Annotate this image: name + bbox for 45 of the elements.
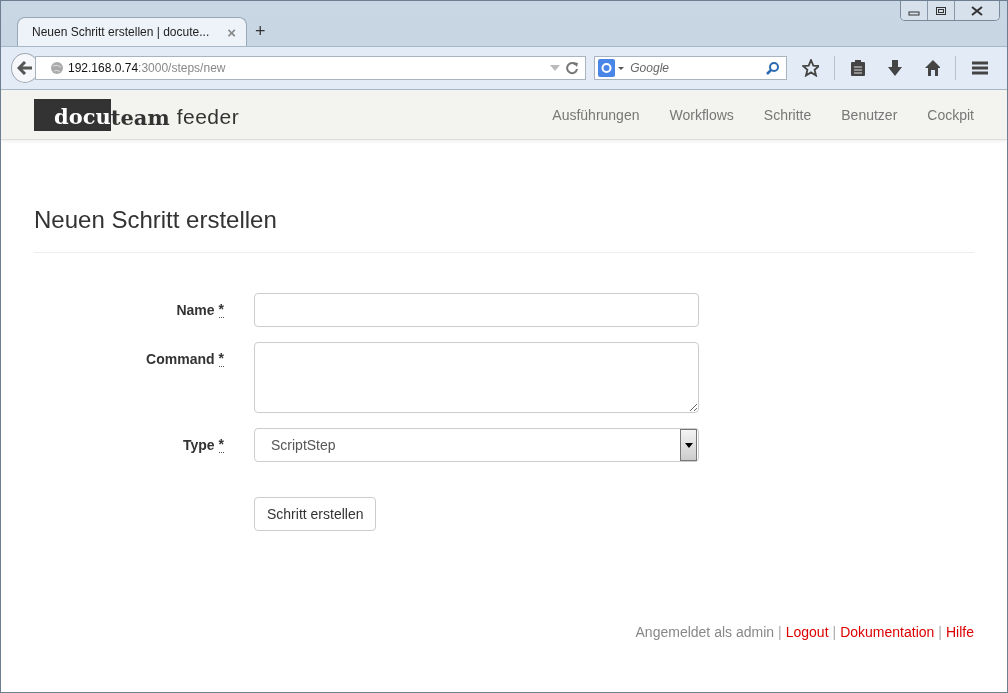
nav-link[interactable]: Benutzer [841, 106, 898, 123]
search-engine-icon[interactable] [598, 59, 625, 77]
reading-list-icon[interactable] [849, 59, 865, 77]
nav-link[interactable]: Schritte [763, 106, 812, 123]
url-path: :3000/steps/new [138, 61, 226, 75]
login-status: Angemeldet als admin [635, 624, 775, 640]
search-icon[interactable] [766, 61, 781, 75]
nav-link[interactable]: Ausführungen [552, 106, 640, 123]
required-mark: * [218, 437, 224, 454]
footer-link[interactable]: Dokumentation [840, 624, 935, 640]
new-tab-button[interactable]: + [255, 21, 266, 42]
download-icon[interactable] [886, 59, 902, 77]
nav-link[interactable]: Cockpit [927, 106, 974, 123]
close-tab-icon[interactable]: × [227, 23, 236, 41]
search-field[interactable]: Google [628, 60, 763, 76]
required-mark: * [218, 302, 224, 319]
footer-link[interactable]: Logout [785, 624, 829, 640]
required-mark: * [218, 351, 224, 368]
submit-button[interactable]: Schritt erstellen [254, 497, 377, 531]
bookmark-star-icon[interactable] [802, 59, 819, 77]
menu-icon[interactable] [971, 60, 988, 76]
tab-title: Neuen Schritt erstellen | docute... [32, 25, 210, 39]
browser-tab[interactable]: Neuen Schritt erstellen | docute... × [17, 17, 247, 46]
command-field[interactable] [254, 342, 699, 413]
type-select[interactable]: ScriptStep [254, 428, 699, 462]
field-label: Name [176, 302, 215, 319]
search-bar[interactable]: Google [594, 56, 788, 80]
nav-link[interactable]: Workflows [669, 106, 734, 123]
globe-icon [50, 61, 64, 75]
url-host: 192.168.0.74 [68, 61, 139, 75]
home-icon[interactable] [923, 59, 941, 77]
footer-link[interactable]: Hilfe [946, 624, 974, 640]
separator: | [832, 624, 837, 640]
reload-icon[interactable] [565, 61, 580, 75]
address-bar[interactable]: 192.168.0.74:3000/steps/new [35, 56, 587, 80]
page-heading: Neuen Schritt erstellen [34, 206, 278, 234]
name-field[interactable] [254, 293, 699, 327]
maximize-icon[interactable] [928, 1, 955, 20]
separator: | [938, 624, 942, 640]
back-arrow-icon[interactable] [17, 61, 33, 75]
close-icon[interactable] [955, 1, 999, 20]
field-label: Type [182, 437, 215, 454]
separator: | [778, 624, 782, 640]
brand-logo[interactable]: docuteam feeder [34, 98, 240, 131]
field-label: Command [146, 351, 215, 368]
